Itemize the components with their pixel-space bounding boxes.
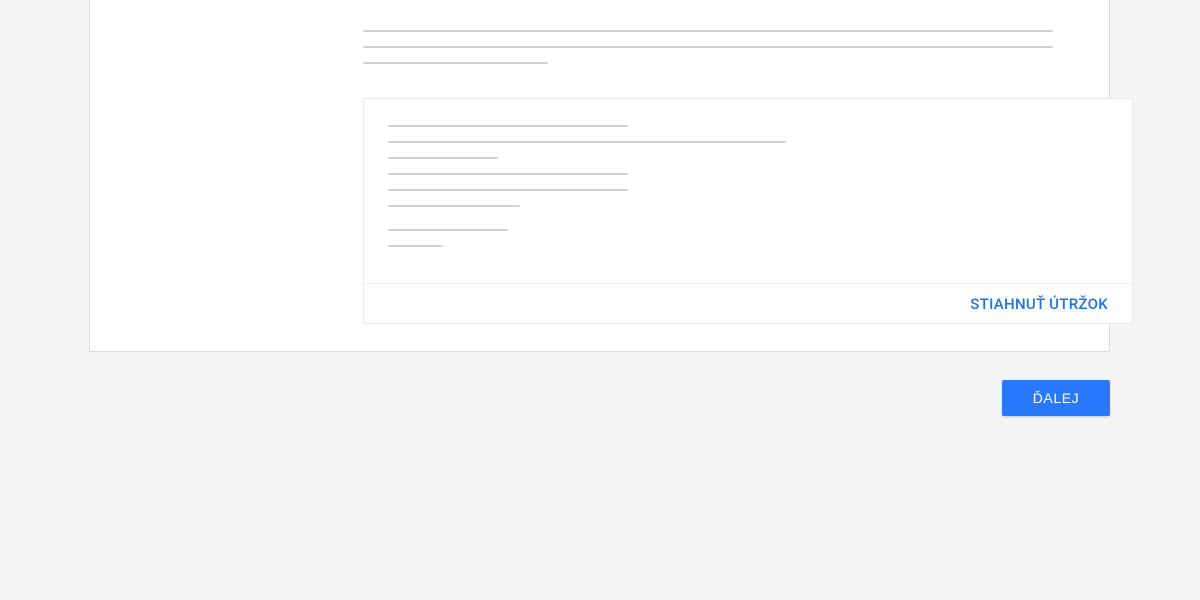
details-card: STIAHNUŤ ÚTRŽOK [89, 0, 1110, 352]
skeleton-line [388, 245, 443, 247]
skeleton-line [388, 205, 520, 207]
skeleton-line [388, 125, 628, 127]
receipt-card: STIAHNUŤ ÚTRŽOK [363, 98, 1133, 324]
skeleton-line [363, 62, 548, 64]
download-receipt-link[interactable]: STIAHNUŤ ÚTRŽOK [970, 295, 1108, 313]
skeleton-line [388, 173, 628, 175]
skeleton-line [388, 141, 786, 143]
skeleton-line [363, 46, 1053, 48]
skeleton-line [388, 229, 508, 231]
receipt-actions-bar: STIAHNUŤ ÚTRŽOK [364, 283, 1132, 323]
skeleton-line [388, 189, 628, 191]
next-button[interactable]: ĎALEJ [1002, 380, 1110, 416]
skeleton-line [388, 157, 498, 159]
intro-text-block [363, 30, 1053, 78]
skeleton-line [363, 30, 1053, 32]
receipt-body [364, 99, 1132, 273]
